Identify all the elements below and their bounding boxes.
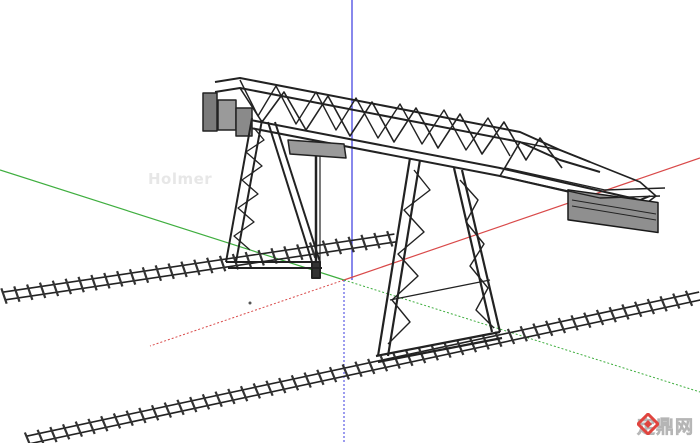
rail-tie: [38, 282, 47, 299]
rail-tie: [218, 255, 227, 272]
rail-tie: [347, 236, 355, 253]
rail-tie: [116, 270, 124, 287]
rail-tie: [206, 257, 214, 274]
left-leg-frame: [225, 117, 322, 269]
rail-tie: [244, 251, 253, 268]
rail-tie: [321, 240, 330, 257]
left-end-equipment: [202, 92, 253, 137]
rail-track-back: [0, 230, 396, 305]
rail-tie: [283, 245, 291, 263]
watermark-center-text: Holmer: [148, 170, 213, 188]
girder-top-chord-2: [214, 87, 601, 173]
rail-tie: [193, 259, 201, 276]
rail-tie: [257, 249, 265, 266]
red-axis-hidden: [149, 279, 345, 347]
rail-tie: [141, 266, 150, 284]
rail-tie: [26, 284, 34, 301]
rail-tie: [360, 234, 368, 251]
rail-tie: [167, 263, 175, 280]
rail-tracks: [0, 230, 700, 443]
rail-tie: [0, 287, 8, 305]
rail-tie: [386, 230, 394, 247]
rail-tie: [334, 238, 343, 255]
rail-tie: [64, 278, 72, 295]
rail-tie: [23, 432, 31, 443]
right-leg-frame: [375, 157, 503, 364]
rail-tie: [77, 276, 85, 293]
watermark-corner: 定鼎网: [637, 413, 694, 439]
rail-tie: [13, 286, 21, 303]
rail-track-front: [23, 290, 700, 443]
rail-tie: [180, 261, 188, 278]
rail-tie: [128, 268, 137, 285]
rail-tie: [90, 274, 98, 291]
gantry-crane-model[interactable]: [202, 77, 666, 364]
rail-tie: [154, 265, 163, 282]
rail-tie: [296, 244, 304, 261]
3d-viewport[interactable]: Holmer 定鼎网: [0, 0, 700, 443]
diamond-logo-icon: [637, 413, 659, 435]
origin-marker: [248, 301, 252, 305]
scene-canvas[interactable]: [0, 0, 700, 443]
rail-tie: [51, 280, 60, 297]
rail-tie: [373, 232, 381, 249]
rail-tie: [103, 272, 111, 289]
